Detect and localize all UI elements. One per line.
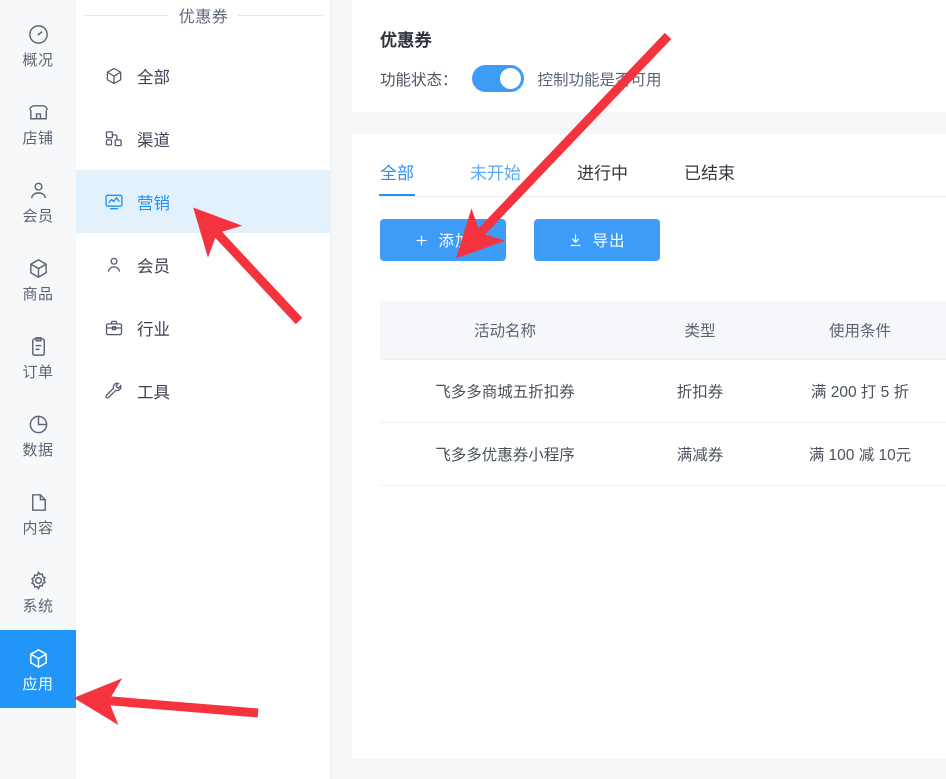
tab-bar: 全部 未开始 进行中 已结束: [379, 134, 946, 196]
table-row[interactable]: 飞多多商城五折扣券 折扣券 满 200 打 5 折: [380, 359, 946, 423]
sidebar-item-data[interactable]: 数据: [0, 396, 76, 474]
sidebar-item-apps[interactable]: 应用: [0, 630, 76, 708]
coupon-list-card: 全部 未开始 进行中 已结束 添加 导出 活动名称 类型 使用条件 飞多多商城五…: [352, 134, 946, 759]
table-row[interactable]: 飞多多优惠券小程序 满减券 满 100 减 10元: [380, 422, 946, 486]
panel-title-rule-left: [84, 14, 169, 16]
sidebar-item-label: 内容: [22, 519, 54, 537]
tab-all[interactable]: 全部: [379, 159, 415, 196]
app-root: 概况 店铺 会员 商品 订单 数据 内容 系统 应用 优惠券 全部 渠道 营销 …: [0, 0, 946, 779]
gear-icon: [27, 569, 50, 592]
column-header-name: 活动名称: [380, 301, 630, 360]
panel-item-label: 行业: [137, 320, 170, 339]
panel-title: 优惠券: [178, 9, 229, 26]
tab-not-started[interactable]: 未开始: [470, 159, 521, 196]
download-icon: [568, 233, 583, 248]
sidebar-item-products[interactable]: 商品: [0, 240, 76, 318]
cell-condition: 满 100 减 10元: [770, 422, 946, 486]
column-header-type: 类型: [630, 301, 770, 360]
coupon-table-wrapper: 活动名称 类型 使用条件 飞多多商城五折扣券 折扣券 满 200 打 5 折 飞…: [380, 301, 946, 486]
page-title: 优惠券: [380, 31, 432, 50]
sidebar-item-orders[interactable]: 订单: [0, 318, 76, 396]
clipboard-icon: [27, 335, 50, 358]
sidebar-item-label: 概况: [22, 51, 54, 69]
primary-sidebar: 概况 店铺 会员 商品 订单 数据 内容 系统 应用: [0, 0, 76, 779]
cube-outline-icon: [104, 66, 124, 86]
sidebar-item-label: 商品: [22, 285, 54, 303]
pie-chart-icon: [27, 413, 50, 436]
panel-item-member[interactable]: 会员: [76, 233, 331, 296]
toggle-knob: [499, 68, 521, 89]
panel-title-row: 优惠券: [76, 0, 331, 30]
member-icon: [104, 255, 124, 275]
sidebar-item-label: 店铺: [22, 129, 54, 147]
tab-ended[interactable]: 已结束: [684, 159, 735, 196]
sidebar-item-label: 订单: [22, 363, 54, 381]
panel-title-rule-right: [238, 14, 324, 16]
panel-item-marketing[interactable]: 营销: [76, 170, 331, 233]
panel-item-label: 工具: [137, 383, 170, 402]
status-hint: 控制功能是否可用: [537, 71, 662, 89]
cell-type: 折扣券: [630, 359, 770, 423]
main-content: 优惠券 功能状态： 控制功能是否可用 全部 未开始 进行中 已结束 添加 导出 …: [331, 0, 946, 779]
section-gap: [352, 112, 946, 134]
feature-header-card: 优惠券 功能状态： 控制功能是否可用: [352, 0, 946, 112]
channels-icon: [104, 129, 124, 149]
column-header-condition: 使用条件: [770, 301, 946, 360]
secondary-sidebar: 优惠券 全部 渠道 营销 会员 行业 工具: [76, 0, 331, 779]
tab-in-progress[interactable]: 进行中: [577, 159, 628, 196]
panel-item-label: 渠道: [137, 131, 170, 150]
panel-item-all[interactable]: 全部: [76, 44, 331, 107]
shop-icon: [27, 101, 50, 124]
sidebar-item-content[interactable]: 内容: [0, 474, 76, 552]
box-icon: [27, 257, 50, 280]
user-icon: [27, 179, 50, 202]
panel-item-industry[interactable]: 行业: [76, 296, 331, 359]
plus-icon: [414, 233, 429, 248]
panel-right-divider: [330, 0, 331, 779]
panel-item-label: 全部: [137, 68, 170, 87]
sidebar-item-label: 应用: [22, 675, 54, 693]
sidebar-item-overview[interactable]: 概况: [0, 6, 76, 84]
sidebar-item-shop[interactable]: 店铺: [0, 84, 76, 162]
sidebar-item-label: 系统: [22, 597, 54, 615]
sidebar-item-label: 数据: [22, 441, 54, 459]
panel-item-channels[interactable]: 渠道: [76, 107, 331, 170]
export-button-label: 导出: [592, 233, 626, 250]
dashboard-icon: [27, 23, 50, 46]
table-header-row: 活动名称 类型 使用条件: [380, 301, 946, 360]
cell-condition: 满 200 打 5 折: [770, 359, 946, 423]
panel-item-tools[interactable]: 工具: [76, 359, 331, 422]
panel-menu: 全部 渠道 营销 会员 行业 工具: [76, 30, 331, 422]
sidebar-item-system[interactable]: 系统: [0, 552, 76, 630]
status-label: 功能状态：: [380, 71, 458, 89]
toolbar: 添加 导出: [380, 197, 946, 261]
briefcase-icon: [104, 318, 124, 338]
sidebar-item-label: 会员: [22, 207, 54, 225]
marketing-chart-icon: [104, 192, 124, 212]
file-icon: [27, 491, 50, 514]
feature-enable-toggle[interactable]: [471, 65, 524, 92]
cell-type: 满减券: [630, 422, 770, 486]
feature-status-row: 功能状态： 控制功能是否可用: [380, 65, 946, 92]
panel-item-label: 营销: [137, 194, 170, 213]
panel-item-label: 会员: [137, 257, 170, 276]
cell-activity-name: 飞多多商城五折扣券: [380, 359, 630, 423]
add-button[interactable]: 添加: [380, 219, 506, 261]
sidebar-item-members[interactable]: 会员: [0, 162, 76, 240]
wrench-icon: [104, 381, 124, 401]
cube-icon: [27, 647, 50, 670]
add-button-label: 添加: [438, 233, 472, 250]
cell-activity-name: 飞多多优惠券小程序: [380, 422, 630, 486]
export-button[interactable]: 导出: [534, 219, 660, 261]
coupon-table: 活动名称 类型 使用条件 飞多多商城五折扣券 折扣券 满 200 打 5 折 飞…: [380, 301, 946, 486]
